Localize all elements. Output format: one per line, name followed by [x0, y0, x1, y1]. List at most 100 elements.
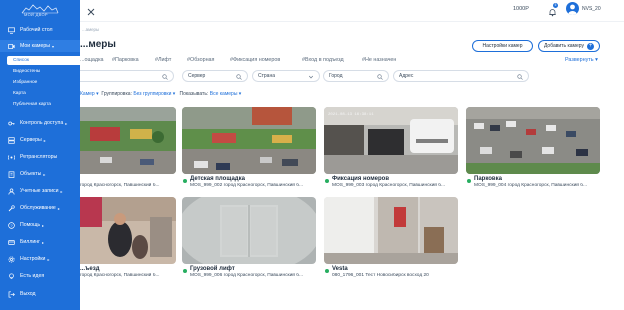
user-name[interactable]: NVS_20 — [582, 6, 601, 12]
chevron-right-icon: ▸ — [43, 137, 46, 143]
sidebar-subitem-public-map[interactable]: Публичная карта — [13, 100, 51, 109]
camera-subtitle: MOS_999_006 город Красногорск, Павшински… — [190, 273, 304, 278]
sidebar-item-settings[interactable]: Настройки ▸ — [0, 253, 80, 265]
chevron-right-icon: ▸ — [47, 256, 50, 262]
server-filter[interactable]: Сервер — [182, 70, 248, 82]
camera-subtitle: город Красногорск, Павшинский б... — [80, 183, 160, 188]
sidebar-item-label: Объекты — [20, 171, 42, 177]
search-input[interactable] — [80, 70, 174, 82]
chevron-right-icon: ▸ — [65, 120, 68, 126]
sidebar-item-relays[interactable]: Ретрансляторы — [0, 151, 80, 163]
help-icon: ? — [8, 221, 15, 229]
sidebar-item-servers[interactable]: Серверы ▸ — [0, 134, 80, 146]
sidebar-item-objects[interactable]: Объекты ▸ — [0, 168, 80, 180]
online-status-dot — [183, 179, 187, 183]
tag-elevator[interactable]: #Лифт — [155, 57, 171, 63]
camera-preview[interactable]: 2021-08-13 16:38:11 — [324, 107, 458, 174]
tag-playground[interactable]: ...ощадка — [80, 57, 104, 63]
sidebar-item-label: Настройки — [20, 256, 46, 262]
tag-unassigned[interactable]: #Не назначен — [362, 57, 396, 63]
sidebar-item-label: Рабочий стол — [20, 27, 53, 33]
sidebar-item-my-cameras[interactable]: Мои камеры ▾ — [0, 40, 80, 52]
logo[interactable] — [20, 2, 60, 20]
show-label: Показывать: — [179, 91, 209, 97]
cameras-dropdown[interactable]: Камер — [80, 91, 95, 97]
close-sidebar-icon[interactable] — [86, 4, 96, 16]
add-camera-button[interactable]: Добавить камеру + — [538, 40, 600, 52]
camera-title: Грузовой лифт — [190, 266, 235, 272]
online-status-dot — [325, 179, 329, 183]
camera-preview[interactable] — [182, 107, 316, 174]
breadcrumb[interactable]: ...амеры — [82, 27, 99, 32]
sidebar-subitem-map[interactable]: Карта — [13, 89, 26, 98]
camera-subtitle: MOS_999_004 город Красногорск, Павшински… — [474, 183, 588, 188]
sidebar-item-idea[interactable]: Есть идея — [0, 270, 80, 282]
sidebar-item-accounts[interactable]: Учетные записи ▸ — [0, 185, 80, 197]
camera-subtitle: MOS_999_002 город Красногорск, Павшински… — [190, 183, 304, 188]
chevron-right-icon: ▸ — [42, 239, 45, 245]
desktop-icon — [8, 26, 15, 34]
online-status-dot — [467, 179, 471, 183]
city-filter[interactable]: Город — [323, 70, 389, 82]
sidebar-subitem-favorites[interactable]: Избранное — [13, 78, 37, 87]
chevron-down-icon — [308, 74, 314, 80]
chevron-right-icon: ▸ — [57, 205, 60, 211]
relay-icon — [8, 154, 15, 161]
camera-settings-button[interactable]: Настройки камер — [472, 40, 533, 52]
camera-title: Парковка — [474, 176, 502, 182]
notification-badge: 5 — [553, 3, 558, 8]
grouping-dropdown[interactable]: Без группировки — [133, 91, 171, 97]
tag-parking[interactable]: #Парковка — [112, 57, 139, 63]
camera-preview[interactable] — [80, 107, 176, 174]
sidebar-item-label: Обслуживание — [20, 205, 56, 211]
tag-overview[interactable]: #Обзорная — [187, 57, 214, 63]
show-dropdown[interactable]: Все камеры — [210, 91, 238, 97]
sidebar-subitem-list[interactable]: Список — [7, 56, 80, 65]
camera-icon — [8, 43, 15, 50]
grouping-label: Группировка: — [101, 91, 132, 97]
camera-preview[interactable] — [466, 107, 600, 174]
tag-entrance[interactable]: #Вход в подъезд — [302, 57, 344, 63]
camera-title: Vesta — [332, 266, 348, 272]
sidebar-item-help[interactable]: ? Помощь ▸ — [0, 219, 80, 231]
sidebar-item-billing[interactable]: Биллинг ▸ — [0, 236, 80, 248]
building-icon — [8, 170, 15, 178]
balance[interactable]: 1000Р — [513, 6, 529, 12]
camera-title: Фиксация номеров — [332, 176, 390, 182]
tag-plate-recognition[interactable]: #Фиксация номеров — [230, 57, 280, 63]
camera-preview[interactable] — [182, 197, 316, 264]
users-icon — [8, 188, 15, 195]
avatar[interactable] — [566, 2, 579, 15]
sidebar-item-maintenance[interactable]: Обслуживание ▸ — [0, 202, 80, 214]
billing-icon — [8, 239, 15, 246]
online-status-dot — [325, 269, 329, 273]
sidebar-item-access-control[interactable]: Контроль доступа ▸ — [0, 117, 80, 129]
country-placeholder: Страна — [258, 73, 276, 79]
sidebar-item-label: Ретрансляторы — [20, 154, 58, 160]
address-filter[interactable]: Адрес — [393, 70, 529, 82]
sidebar-item-label: Мои камеры — [20, 43, 50, 49]
camera-preview[interactable] — [324, 197, 458, 264]
camera-settings-label: Настройки камер — [482, 43, 523, 49]
expand-toggle[interactable]: Развернуть ▾ — [565, 57, 598, 63]
camera-title: ...ъезд — [80, 266, 100, 272]
search-icon — [377, 74, 383, 80]
search-icon — [162, 74, 168, 80]
sidebar-item-label: Выход — [20, 291, 36, 297]
sidebar-item-label: Помощь — [20, 222, 41, 228]
chevron-right-icon: ▸ — [42, 222, 45, 228]
server-icon — [8, 136, 15, 144]
camera-subtitle: 080_1796_001 Тест Новосибирск восход 20 — [332, 273, 429, 278]
sidebar-item-desktop[interactable]: Рабочий стол — [0, 24, 80, 36]
sidebar-item-label: Биллинг — [20, 239, 41, 245]
server-placeholder: Сервер — [188, 73, 206, 79]
country-filter[interactable]: Страна — [252, 70, 320, 82]
sidebar-item-label: Серверы — [20, 137, 42, 143]
svg-text:2021-08-13 16:38:11: 2021-08-13 16:38:11 — [328, 113, 374, 117]
sidebar-subitem-videowalls[interactable]: Видеостены — [13, 67, 40, 76]
online-status-dot — [183, 269, 187, 273]
sidebar-item-logout[interactable]: Выход — [0, 288, 80, 300]
sidebar-item-label: Учетные записи — [20, 188, 59, 194]
svg-text:?: ? — [10, 223, 13, 228]
camera-preview[interactable] — [80, 197, 176, 264]
